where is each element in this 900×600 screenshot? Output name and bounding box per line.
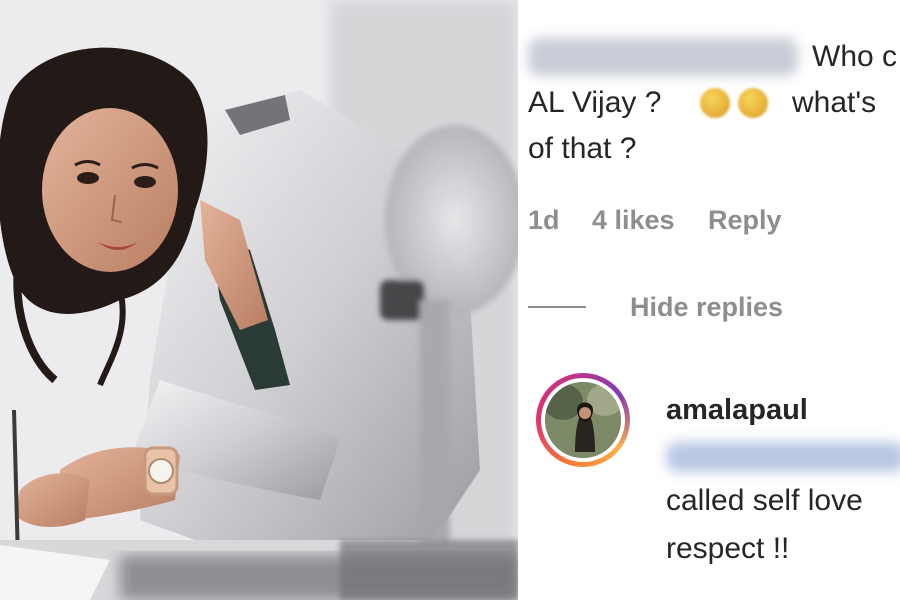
post-photo [0,0,518,600]
hide-replies-button[interactable]: Hide replies [630,292,783,323]
comments-panel: Who c AL Vijay ? what's of that ? 1d 4 l… [520,0,900,600]
comment-age: 1d [528,205,560,235]
reply-button[interactable]: Reply [708,205,782,236]
photo-illustration [0,0,518,600]
avatar[interactable] [536,373,630,467]
face-emoji-icon [700,88,730,118]
blurred-username [528,38,798,76]
reply-text-line2: respect !! [666,532,790,565]
comment-likes[interactable]: 4 likes [592,205,675,236]
avatar-image [545,382,621,458]
face-emoji-icon [738,88,768,118]
comment-text-line1: Who c [812,40,898,73]
reply-text-line1: called self love [666,484,863,517]
blurred-mention [666,442,900,472]
comment-text-line3: of that ? [528,132,637,165]
comment-text-tail: what's [792,86,877,119]
reply-username[interactable]: amalapaul [666,394,808,427]
comment-text-name: AL Vijay ? [528,86,662,119]
replies-divider-line [528,306,586,308]
